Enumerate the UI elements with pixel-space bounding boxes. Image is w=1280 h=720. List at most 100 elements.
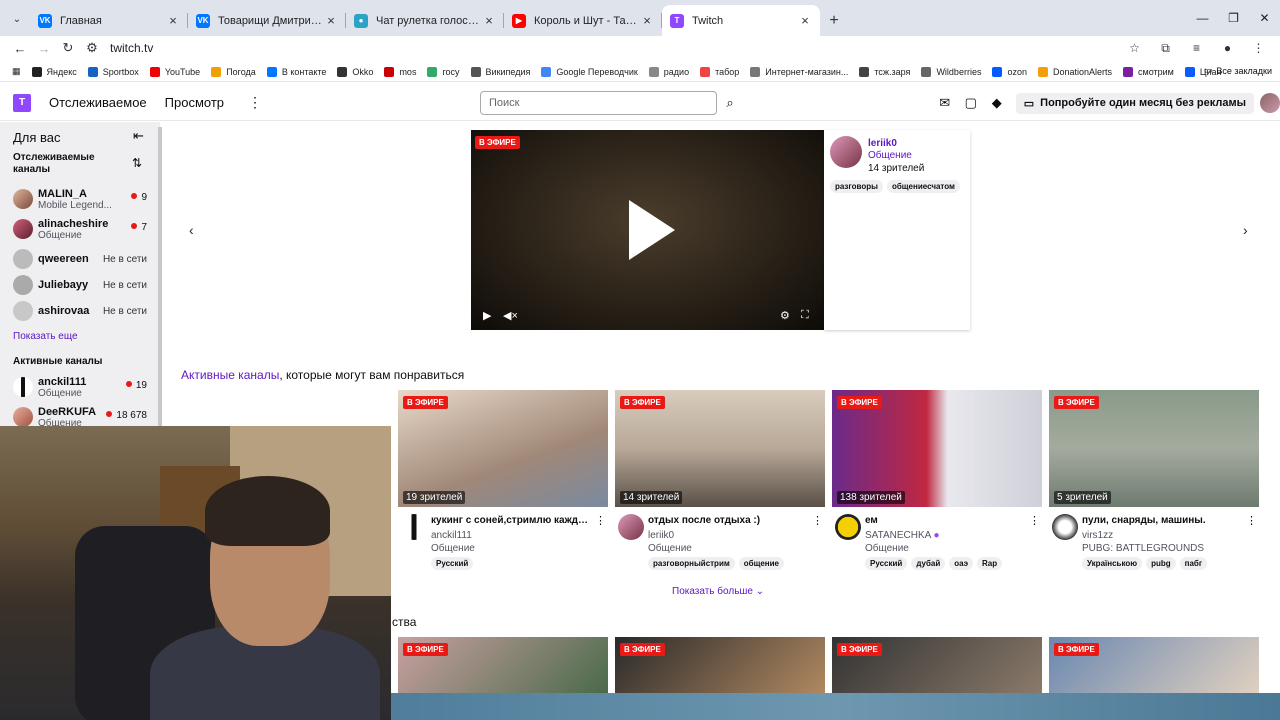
channel-category[interactable]: Общение — [648, 543, 692, 554]
channel-category[interactable]: PUBG: BATTLEGROUNDS — [1082, 543, 1204, 554]
tag[interactable]: разговорныйстрим — [648, 557, 735, 570]
tag[interactable]: общениесчатом — [886, 180, 960, 193]
sidebar-channel[interactable]: ashirovaa Не в сети — [13, 298, 153, 324]
channel-name[interactable]: leriik0 — [648, 530, 674, 541]
stream-thumbnail[interactable]: В ЭФИРЕ — [398, 637, 608, 693]
inbox-icon[interactable]: ✉ — [932, 95, 958, 111]
site-info-icon[interactable]: ⚙ — [80, 36, 104, 60]
more-dots-icon[interactable]: ⋮ — [1029, 514, 1040, 527]
bookmark-item[interactable]: радио — [648, 66, 689, 77]
sidebar-channel[interactable]: Juliebayy Не в сети — [13, 272, 153, 298]
stream-thumbnail[interactable]: В ЭФИРЕ — [1049, 637, 1259, 693]
all-bookmarks[interactable]: ▭ Все закладки — [1204, 65, 1272, 76]
stream-thumbnail[interactable]: В ЭФИРЕ 19 зрителей — [398, 390, 608, 507]
channel-name[interactable]: anckil111 — [431, 530, 472, 541]
search-input[interactable]: Поиск — [480, 91, 717, 115]
menu-icon[interactable]: ⋮ — [1243, 36, 1274, 60]
show-more-button[interactable]: Показать больше ⌄ — [672, 586, 764, 597]
stream-thumbnail[interactable]: В ЭФИРЕ — [615, 637, 825, 693]
bookmark-item[interactable]: табор — [700, 66, 739, 77]
tag[interactable]: Русский — [431, 557, 474, 570]
channel-category[interactable]: Общение — [431, 543, 475, 554]
minimize-icon[interactable]: — — [1187, 0, 1218, 36]
sidebar-channel[interactable]: MALIN_A Mobile Legend... 9 — [13, 186, 153, 212]
play-icon[interactable]: ▶ — [483, 309, 491, 322]
bookmark-item[interactable]: Sportbox — [87, 66, 139, 77]
extensions-icon[interactable]: ⧉ — [1150, 36, 1181, 60]
close-tab-icon[interactable]: × — [166, 13, 180, 28]
bookmark-item[interactable]: DonationAlerts — [1037, 66, 1112, 77]
media-icon[interactable]: ≡ — [1181, 36, 1212, 60]
more-dots-icon[interactable]: ⋮ — [248, 94, 262, 111]
tag[interactable]: дубай — [911, 557, 946, 570]
profile-icon[interactable]: ● — [1212, 36, 1243, 60]
bookmark-item[interactable]: смотрим — [1123, 66, 1174, 77]
nav-following[interactable]: Отслеживаемое — [49, 95, 147, 110]
channel-name[interactable]: SATANECHKA ● — [865, 530, 940, 541]
address-bar[interactable]: twitch.tv — [110, 41, 153, 55]
bookmark-star-icon[interactable]: ☆ — [1119, 36, 1150, 60]
bookmark-item[interactable]: Okko — [337, 66, 373, 77]
browser-tab-active[interactable]: T Twitch × — [662, 5, 820, 36]
carousel-next-icon[interactable]: › — [1243, 222, 1248, 238]
sidebar-scrollbar[interactable] — [158, 127, 162, 427]
stream-thumbnail[interactable]: В ЭФИРЕ 14 зрителей — [615, 390, 825, 507]
user-avatar[interactable] — [1260, 93, 1280, 113]
browser-tab[interactable]: VKТоварищи Дмитрия Зорина –× — [188, 5, 346, 36]
close-tab-icon[interactable]: × — [482, 13, 496, 28]
forward-icon[interactable]: → — [32, 36, 56, 60]
bookmark-item[interactable]: Интернет-магазин... — [750, 66, 848, 77]
bookmark-item[interactable]: mos — [384, 66, 416, 77]
new-tab-button[interactable]: + — [820, 5, 848, 36]
stream-thumbnail[interactable]: В ЭФИРЕ — [832, 637, 1042, 693]
tag[interactable]: Українською — [1082, 557, 1143, 570]
more-dots-icon[interactable]: ⋮ — [1246, 514, 1257, 527]
tag[interactable]: Русский — [865, 557, 908, 570]
avatar[interactable] — [830, 136, 862, 168]
reload-icon[interactable]: ↻ — [56, 36, 80, 60]
stream-title[interactable]: пули, снаряды, машины. — [1082, 515, 1242, 526]
bookmark-item[interactable]: ozon — [992, 66, 1027, 77]
apps-icon[interactable]: ▦ — [12, 66, 21, 77]
avatar[interactable] — [401, 514, 427, 540]
browser-tab[interactable]: ▶Король и Шут - Танец злобн× — [504, 5, 662, 36]
tab-search-icon[interactable]: ⌄ — [6, 8, 28, 30]
nav-browse[interactable]: Просмотр — [165, 95, 224, 110]
sidebar-channel[interactable]: qweereen Не в сети — [13, 246, 153, 272]
bookmark-item[interactable]: YouTube — [149, 66, 200, 77]
stream-thumbnail[interactable]: В ЭФИРЕ 138 зрителей — [832, 390, 1042, 507]
stream-card[interactable]: В ЭФИРЕ 14 зрителей отдых после отдыха :… — [615, 390, 825, 570]
bookmark-item[interactable]: Google Переводчик — [541, 66, 638, 77]
stream-title[interactable]: отдых после отдыха :) — [648, 515, 808, 526]
close-window-icon[interactable]: ✕ — [1249, 0, 1280, 36]
bookmark-item[interactable]: госу — [427, 66, 460, 77]
settings-icon[interactable]: ⚙ — [780, 309, 790, 322]
tag[interactable]: общение — [738, 557, 785, 570]
sidebar-channel[interactable]: anckil111 Общение 19 — [13, 374, 153, 400]
stream-title[interactable]: кукинг с соней,стримлю каждый... — [431, 515, 591, 526]
bookmark-item[interactable]: Wildberries — [921, 66, 981, 77]
back-icon[interactable]: ← — [8, 36, 32, 60]
sort-icon[interactable]: ⇅ — [132, 156, 142, 170]
mute-icon[interactable]: ◀× — [503, 309, 518, 322]
bits-icon[interactable]: ◆ — [984, 95, 1010, 111]
tag[interactable]: Rap — [977, 557, 1003, 570]
bookmark-item[interactable]: Погода — [211, 66, 256, 77]
featured-video-player[interactable]: В ЭФИРЕ ▶ ◀× ⚙ ⛶ — [471, 130, 824, 330]
avatar[interactable] — [1052, 514, 1078, 540]
close-tab-icon[interactable]: × — [640, 13, 654, 28]
ad-free-promo-button[interactable]: ▭ Попробуйте один месяц без рекламы — [1015, 92, 1254, 114]
bookmark-item[interactable]: Яндекс — [31, 66, 77, 77]
big-play-icon[interactable] — [629, 200, 675, 260]
channel-name[interactable]: virs1zz — [1082, 530, 1113, 541]
collapse-sidebar-icon[interactable]: ⇤ — [133, 128, 144, 144]
channel-category[interactable]: Общение — [865, 543, 909, 554]
tag[interactable]: пабг — [1179, 557, 1208, 570]
bookmark-item[interactable]: В контакте — [266, 66, 326, 77]
more-dots-icon[interactable]: ⋮ — [812, 514, 823, 527]
bookmark-item[interactable]: тсж.заря — [859, 66, 910, 77]
browser-tab[interactable]: VK Главная × — [30, 5, 188, 36]
twitch-logo-icon[interactable]: T — [13, 93, 31, 112]
channel-category[interactable]: Общение — [868, 150, 912, 161]
tag[interactable]: разговоры — [830, 180, 883, 193]
